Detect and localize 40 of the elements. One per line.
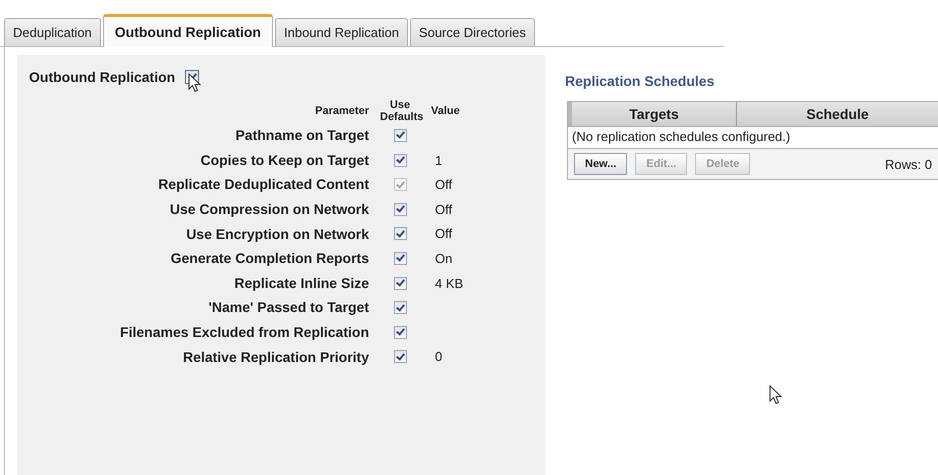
tab[interactable]: Source Directories	[410, 18, 535, 46]
parameter-label: Replicate Inline Size	[234, 274, 369, 293]
parameter-label: Use Encryption on Network	[186, 224, 369, 244]
parameter-value: 1	[435, 152, 442, 168]
row-count: Rows: 0	[885, 156, 932, 172]
empty-message: (No replication schedules configured.)	[572, 129, 790, 144]
checkbox[interactable]	[394, 276, 406, 290]
parameter-value: Off	[435, 226, 452, 242]
parameter-label: Generate Completion Reports	[170, 249, 369, 268]
tab[interactable]: Inbound Replication	[275, 18, 408, 46]
parameter-value: 0	[435, 349, 442, 364]
parameter-label: Relative Replication Priority	[183, 348, 369, 367]
section-label: Outbound Replication	[29, 69, 176, 85]
checkbox[interactable]	[394, 154, 406, 167]
table-button[interactable]: New...	[574, 153, 628, 175]
cursor-icon	[188, 73, 202, 93]
parameter-label: Use Compression on Network	[170, 200, 369, 219]
column-header: Value	[431, 105, 461, 118]
checkbox[interactable]	[394, 252, 406, 265]
parameter-label: 'Name' Passed to Target	[208, 298, 369, 318]
checkbox[interactable]	[394, 227, 406, 240]
parameter-label: Pathname on Target	[235, 126, 369, 146]
section-title: Replication Schedules	[564, 73, 716, 89]
column-header: Parameter	[315, 105, 369, 118]
parameter-label: Replicate Deduplicated Content	[158, 175, 369, 194]
cursor-icon	[769, 385, 782, 405]
checkbox[interactable]	[394, 202, 406, 216]
tab[interactable]: Deduplication	[4, 18, 101, 46]
checkbox[interactable]	[394, 301, 406, 314]
parameter-label: Filenames Excluded from Replication	[120, 322, 369, 342]
parameter-value: On	[435, 250, 452, 266]
parameter-value: Off	[435, 202, 452, 217]
parameter-label: Copies to Keep on Target	[200, 150, 369, 170]
checkbox[interactable]	[394, 350, 406, 364]
tab[interactable]: Outbound Replication	[102, 14, 273, 47]
checkbox[interactable]	[394, 326, 406, 339]
checkbox[interactable]	[394, 128, 406, 142]
parameter-value: 4 KB	[435, 276, 464, 291]
parameter-value: Off	[435, 177, 452, 192]
column-header: Schedule	[805, 105, 870, 124]
